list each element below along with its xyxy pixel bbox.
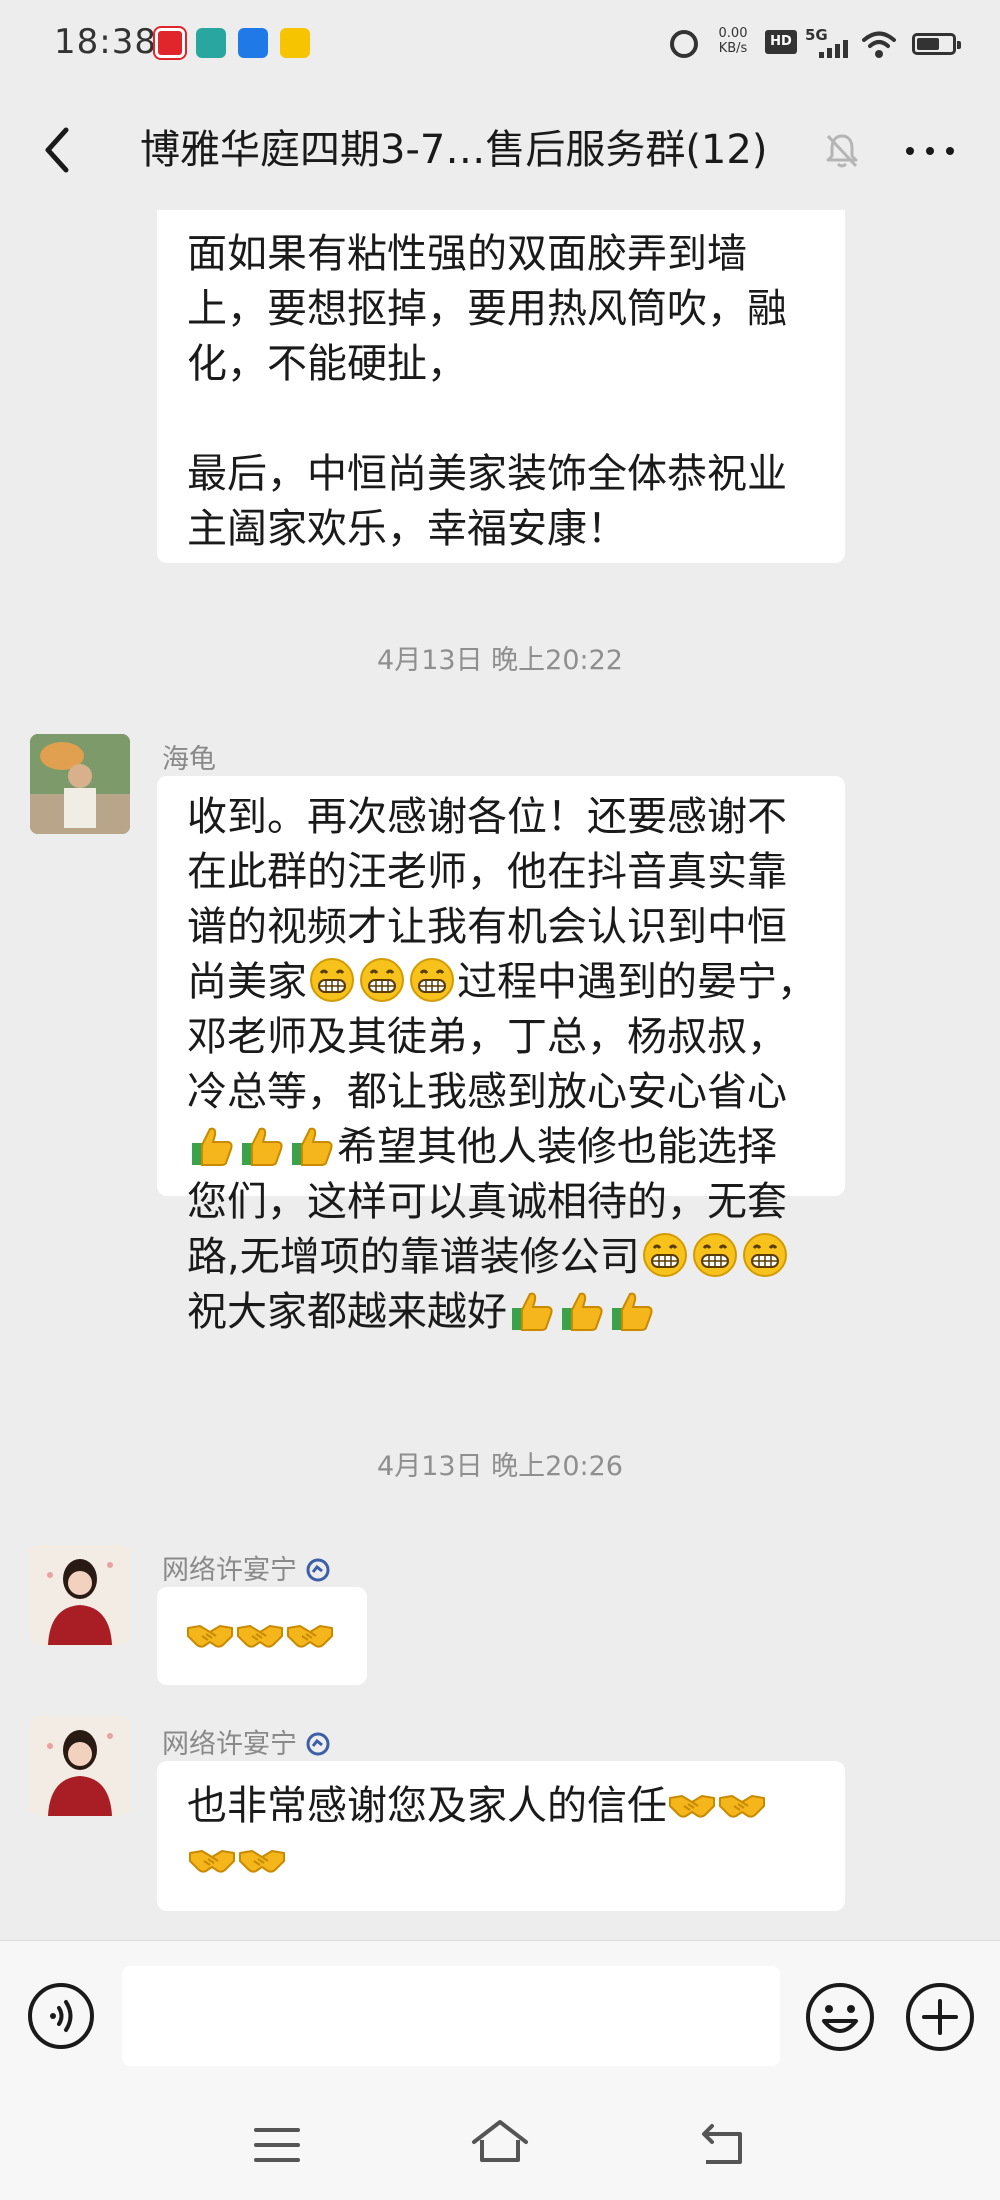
grinning-emoji [691, 1231, 739, 1279]
home-icon[interactable] [470, 2116, 530, 2168]
status-time: 18:38 [54, 22, 157, 62]
grinning-emoji [308, 956, 356, 1004]
message-text-part: 也非常感谢您及家人的信任 [187, 1783, 667, 1829]
plus-button[interactable] [904, 1981, 976, 2053]
avatar[interactable] [30, 1545, 130, 1645]
status-bar: 18:38 0.00 KB/s HD 5G [0, 0, 1000, 90]
grinning-emoji [358, 956, 406, 1004]
message-text: 收到。再次感谢各位！还要感谢不 [187, 794, 787, 840]
meituan-icon [280, 28, 310, 58]
thumbs-up-emoji [188, 1121, 236, 1169]
handshake-emoji [668, 1780, 716, 1828]
avatar[interactable] [30, 1716, 130, 1816]
grinning-emoji [741, 1231, 789, 1279]
message-bubble[interactable] [157, 1587, 367, 1685]
sender-name: 网络许宴宁 [162, 1722, 331, 1761]
grinning-emoji [408, 956, 456, 1004]
message-text: 主阖家欢乐，幸福安康！ [187, 506, 627, 552]
net-speed: 0.00 KB/s [710, 26, 756, 56]
app-icon [238, 28, 268, 58]
input-bar [0, 1940, 1000, 2090]
message-bubble[interactable]: 面如果有粘性强的双面胶弄到墙 上，要想抠掉，要用热风筒吹，融 化，不能硬扯， 最… [157, 210, 845, 563]
sender-name: 网络许宴宁 [162, 1548, 331, 1587]
message-text: 路,无增项的靠谱装修公司 [187, 1230, 815, 1285]
message-text: 在此群的汪老师，他在抖音真实靠 [187, 849, 787, 895]
more-button[interactable] [900, 130, 960, 170]
handshake-emoji [186, 1610, 234, 1658]
thumbs-up-emoji [608, 1286, 656, 1334]
bell-muted-icon [826, 134, 858, 168]
thumbs-up-emoji [508, 1286, 556, 1334]
handshake-emoji [718, 1780, 766, 1828]
message-bubble[interactable]: 也非常感谢您及家人的信任 [157, 1761, 845, 1911]
chat-header: 博雅华庭四期3-7…售后服务群(12) [0, 90, 1000, 210]
message-text-part: 路,无增项的靠谱装修公司 [187, 1234, 640, 1280]
message-text-part: 尚美家 [187, 959, 307, 1005]
voice-input-button[interactable] [26, 1981, 96, 2051]
message-text: 化，不能硬扯， [187, 341, 467, 387]
handshake-emoji [238, 1835, 286, 1883]
message-text [185, 1609, 337, 1664]
message-text: 最后，中恒尚美家装饰全体恭祝业 [187, 451, 787, 497]
sender-name-text: 网络许宴宁 [162, 1729, 297, 1760]
message-text: 尚美家 过程中遇到的晏宁， [187, 955, 817, 1010]
message-text: 也非常感谢您及家人的信任 [187, 1779, 815, 1834]
message-text: 上，要想抠掉，要用热风筒吹，融 [187, 286, 787, 332]
net-speed-value: 0.00 [718, 26, 748, 41]
grinning-emoji [641, 1231, 689, 1279]
timestamp: 4月13日 晚上20:22 [377, 645, 623, 676]
hd-badge: HD [765, 30, 797, 54]
battery-icon [912, 33, 961, 55]
emoji-button[interactable] [804, 1981, 876, 2053]
thumbs-up-emoji [238, 1121, 286, 1169]
net-speed-unit: KB/s [718, 41, 748, 56]
handshake-emoji [286, 1610, 334, 1658]
message-text: 祝大家都越来越好 [187, 1285, 815, 1340]
message-bubble[interactable]: 收到。再次感谢各位！还要感谢不 在此群的汪老师，他在抖音真实靠 谱的视频才让我有… [157, 776, 845, 1335]
message-text-part: 过程中遇到的晏宁， [457, 959, 817, 1005]
system-nav-bar [0, 2090, 1000, 2200]
back-button[interactable] [30, 120, 90, 180]
verified-icon [306, 1558, 330, 1582]
wifi-icon [862, 31, 896, 58]
12306-icon [155, 28, 185, 58]
handshake-emoji [236, 1610, 284, 1658]
message-text [187, 1834, 815, 1889]
sender-name: 海龟 [162, 744, 216, 775]
message-text: 冷总等，都让我感到放心安心省心 [187, 1069, 787, 1115]
handshake-emoji [188, 1835, 236, 1883]
back-nav-icon[interactable] [696, 2120, 750, 2168]
network-label: 5G [805, 26, 828, 44]
message-text: 面如果有粘性强的双面胶弄到墙 [187, 231, 747, 277]
menu-icon[interactable] [252, 2122, 302, 2168]
sender-name-text: 网络许宴宁 [162, 1555, 297, 1586]
message-text-part: 祝大家都越来越好 [187, 1289, 507, 1335]
boss-zhipin-icon [196, 28, 226, 58]
timestamp: 4月13日 晚上20:26 [377, 1451, 623, 1482]
message-text [187, 392, 815, 447]
chat-title[interactable]: 博雅华庭四期3-7…售后服务群(12) [140, 90, 800, 210]
message-text-part: 希望其他人装修也能选择 [337, 1124, 777, 1170]
thumbs-up-emoji [288, 1121, 336, 1169]
thumbs-up-emoji [558, 1286, 606, 1334]
message-text: 您们，这样可以真诚相待的，无套 [187, 1179, 787, 1225]
message-text: 谱的视频才让我有机会认识到中恒 [187, 904, 787, 950]
message-text: 希望其他人装修也能选择 [187, 1120, 815, 1175]
avatar[interactable] [30, 734, 130, 834]
signal-5g-icon: 5G [805, 26, 849, 62]
message-text: 邓老师及其徒弟，丁总，杨叔叔， [187, 1014, 787, 1060]
message-input[interactable] [122, 1966, 780, 2066]
verified-icon [306, 1732, 330, 1756]
alarm-icon [670, 30, 698, 58]
message-list[interactable]: 面如果有粘性强的双面胶弄到墙 上，要想抠掉，要用热风筒吹，融 化，不能硬扯， 最… [0, 210, 1000, 1940]
